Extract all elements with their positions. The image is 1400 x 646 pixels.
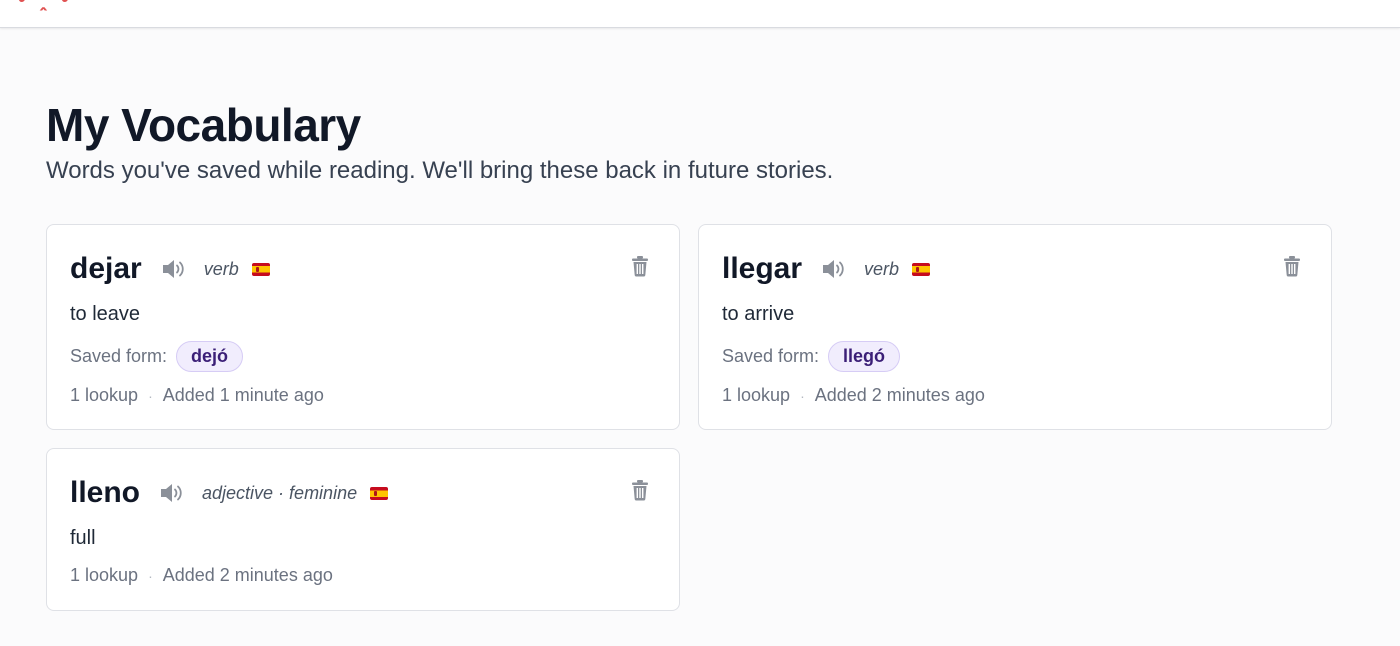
- vocab-word: lleno: [70, 476, 141, 509]
- part-of-speech: verb: [864, 258, 900, 279]
- part-of-speech: verb: [203, 258, 239, 279]
- saved-form-chip[interactable]: dejó: [176, 341, 244, 372]
- saved-form-row: Saved form: dejó: [70, 341, 244, 372]
- page-subtitle: Words you've saved while reading. We'll …: [46, 157, 834, 184]
- saved-form-row: Saved form: llegó: [722, 341, 901, 372]
- vocab-meta: 1 lookup · Added 1 minute ago: [70, 385, 324, 406]
- trash-icon[interactable]: [1283, 255, 1301, 277]
- vocab-word: dejar: [70, 252, 142, 285]
- vocab-meaning: to leave: [70, 303, 141, 325]
- saved-form-chip[interactable]: llegó: [828, 341, 901, 372]
- lookup-count: 1 lookup: [70, 565, 139, 585]
- vocab-card-header: llegar verb: [722, 247, 931, 291]
- spain-flag-icon: [370, 486, 389, 500]
- vocab-card-header: lleno adjective · feminine: [70, 471, 389, 515]
- vocab-meaning: full: [70, 527, 96, 549]
- vocab-meta: 1 lookup · Added 2 minutes ago: [722, 385, 985, 406]
- part-of-speech: adjective · feminine: [202, 482, 358, 503]
- added-time: Added 1 minute ago: [162, 385, 324, 405]
- lookup-count: 1 lookup: [70, 385, 139, 405]
- trash-icon[interactable]: [631, 479, 649, 501]
- vocab-card: lleno adjective · feminine full 1 lookup…: [46, 448, 680, 611]
- speaker-icon[interactable]: [160, 256, 188, 282]
- vocab-card-header: dejar verb: [70, 247, 270, 291]
- top-nav-bar: •ꞈ•: [0, 0, 1400, 28]
- lookup-count: 1 lookup: [722, 385, 791, 405]
- vocab-meta: 1 lookup · Added 2 minutes ago: [70, 565, 333, 586]
- meta-separator: ·: [800, 387, 805, 404]
- added-time: Added 2 minutes ago: [162, 565, 333, 585]
- vocab-word: llegar: [722, 252, 803, 285]
- added-time: Added 2 minutes ago: [814, 385, 985, 405]
- meta-separator: ·: [148, 567, 153, 584]
- saved-form-label: Saved form:: [722, 346, 820, 366]
- spain-flag-icon: [912, 262, 931, 276]
- speaker-icon[interactable]: [158, 480, 186, 506]
- spain-flag-icon: [251, 262, 270, 276]
- speaker-icon[interactable]: [820, 256, 848, 282]
- page-header: My Vocabulary Words you've saved while r…: [46, 98, 833, 186]
- logo[interactable]: •ꞈ•: [18, 0, 83, 12]
- saved-form-label: Saved form:: [70, 346, 168, 366]
- trash-icon[interactable]: [631, 255, 649, 277]
- vocab-card: dejar verb to leave Saved form: dejó 1 l…: [46, 224, 680, 430]
- meta-separator: ·: [148, 387, 153, 404]
- page-title: My Vocabulary: [46, 99, 361, 151]
- vocab-meaning: to arrive: [722, 303, 795, 325]
- vocab-card: llegar verb to arrive Saved form: llegó …: [698, 224, 1332, 430]
